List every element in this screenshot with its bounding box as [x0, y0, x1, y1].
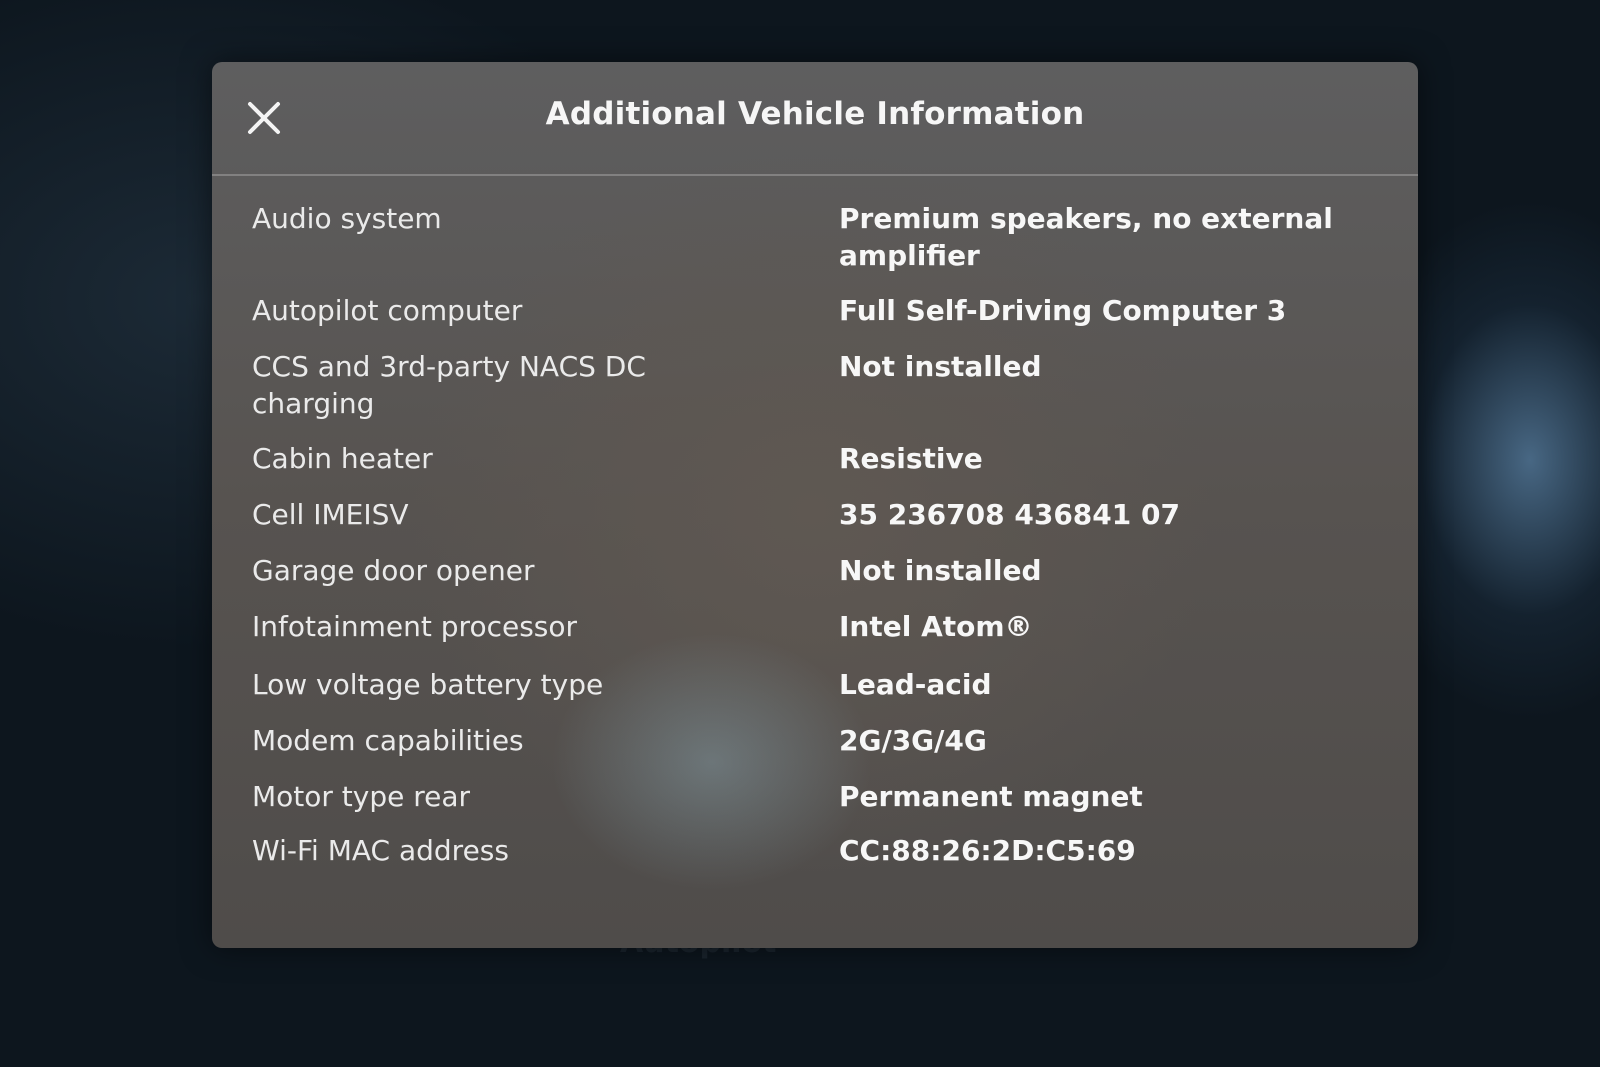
info-value: CC:88:26:2D:C5:69 [839, 834, 1136, 867]
vehicle-info-modal: Additional Vehicle Information Audio sys… [212, 62, 1418, 948]
info-value: Premium speakers, no external amplifier [839, 202, 1333, 272]
info-label: Garage door opener [252, 554, 535, 587]
info-label: Modem capabilities [252, 724, 524, 757]
modal-title: Additional Vehicle Information [545, 96, 1085, 132]
modal-header: Additional Vehicle Information [212, 62, 1418, 176]
info-value: Resistive [839, 442, 983, 475]
info-label: Wi-Fi MAC address [252, 834, 509, 867]
info-value: 35 236708 436841 07 [839, 498, 1180, 531]
info-value: Not installed [839, 554, 1042, 587]
info-label: Cell IMEISV [252, 498, 409, 531]
info-label: Infotainment processor [252, 610, 578, 643]
info-value: Not installed [839, 350, 1042, 383]
info-label: Autopilot computer [252, 294, 523, 327]
info-label: Cabin heater [252, 442, 433, 475]
info-label: Low voltage battery type [252, 668, 604, 701]
info-value: Full Self-Driving Computer 3 [839, 294, 1287, 327]
info-label: Audio system [252, 202, 442, 235]
info-label: CCS and 3rd-party NACS DC charging [252, 350, 646, 420]
info-value: Lead-acid [839, 668, 992, 701]
info-label: Motor type rear [252, 780, 471, 813]
info-value: Permanent magnet [839, 780, 1143, 813]
info-value: Intel Atom® [839, 610, 1033, 643]
info-value: 2G/3G/4G [839, 724, 987, 757]
